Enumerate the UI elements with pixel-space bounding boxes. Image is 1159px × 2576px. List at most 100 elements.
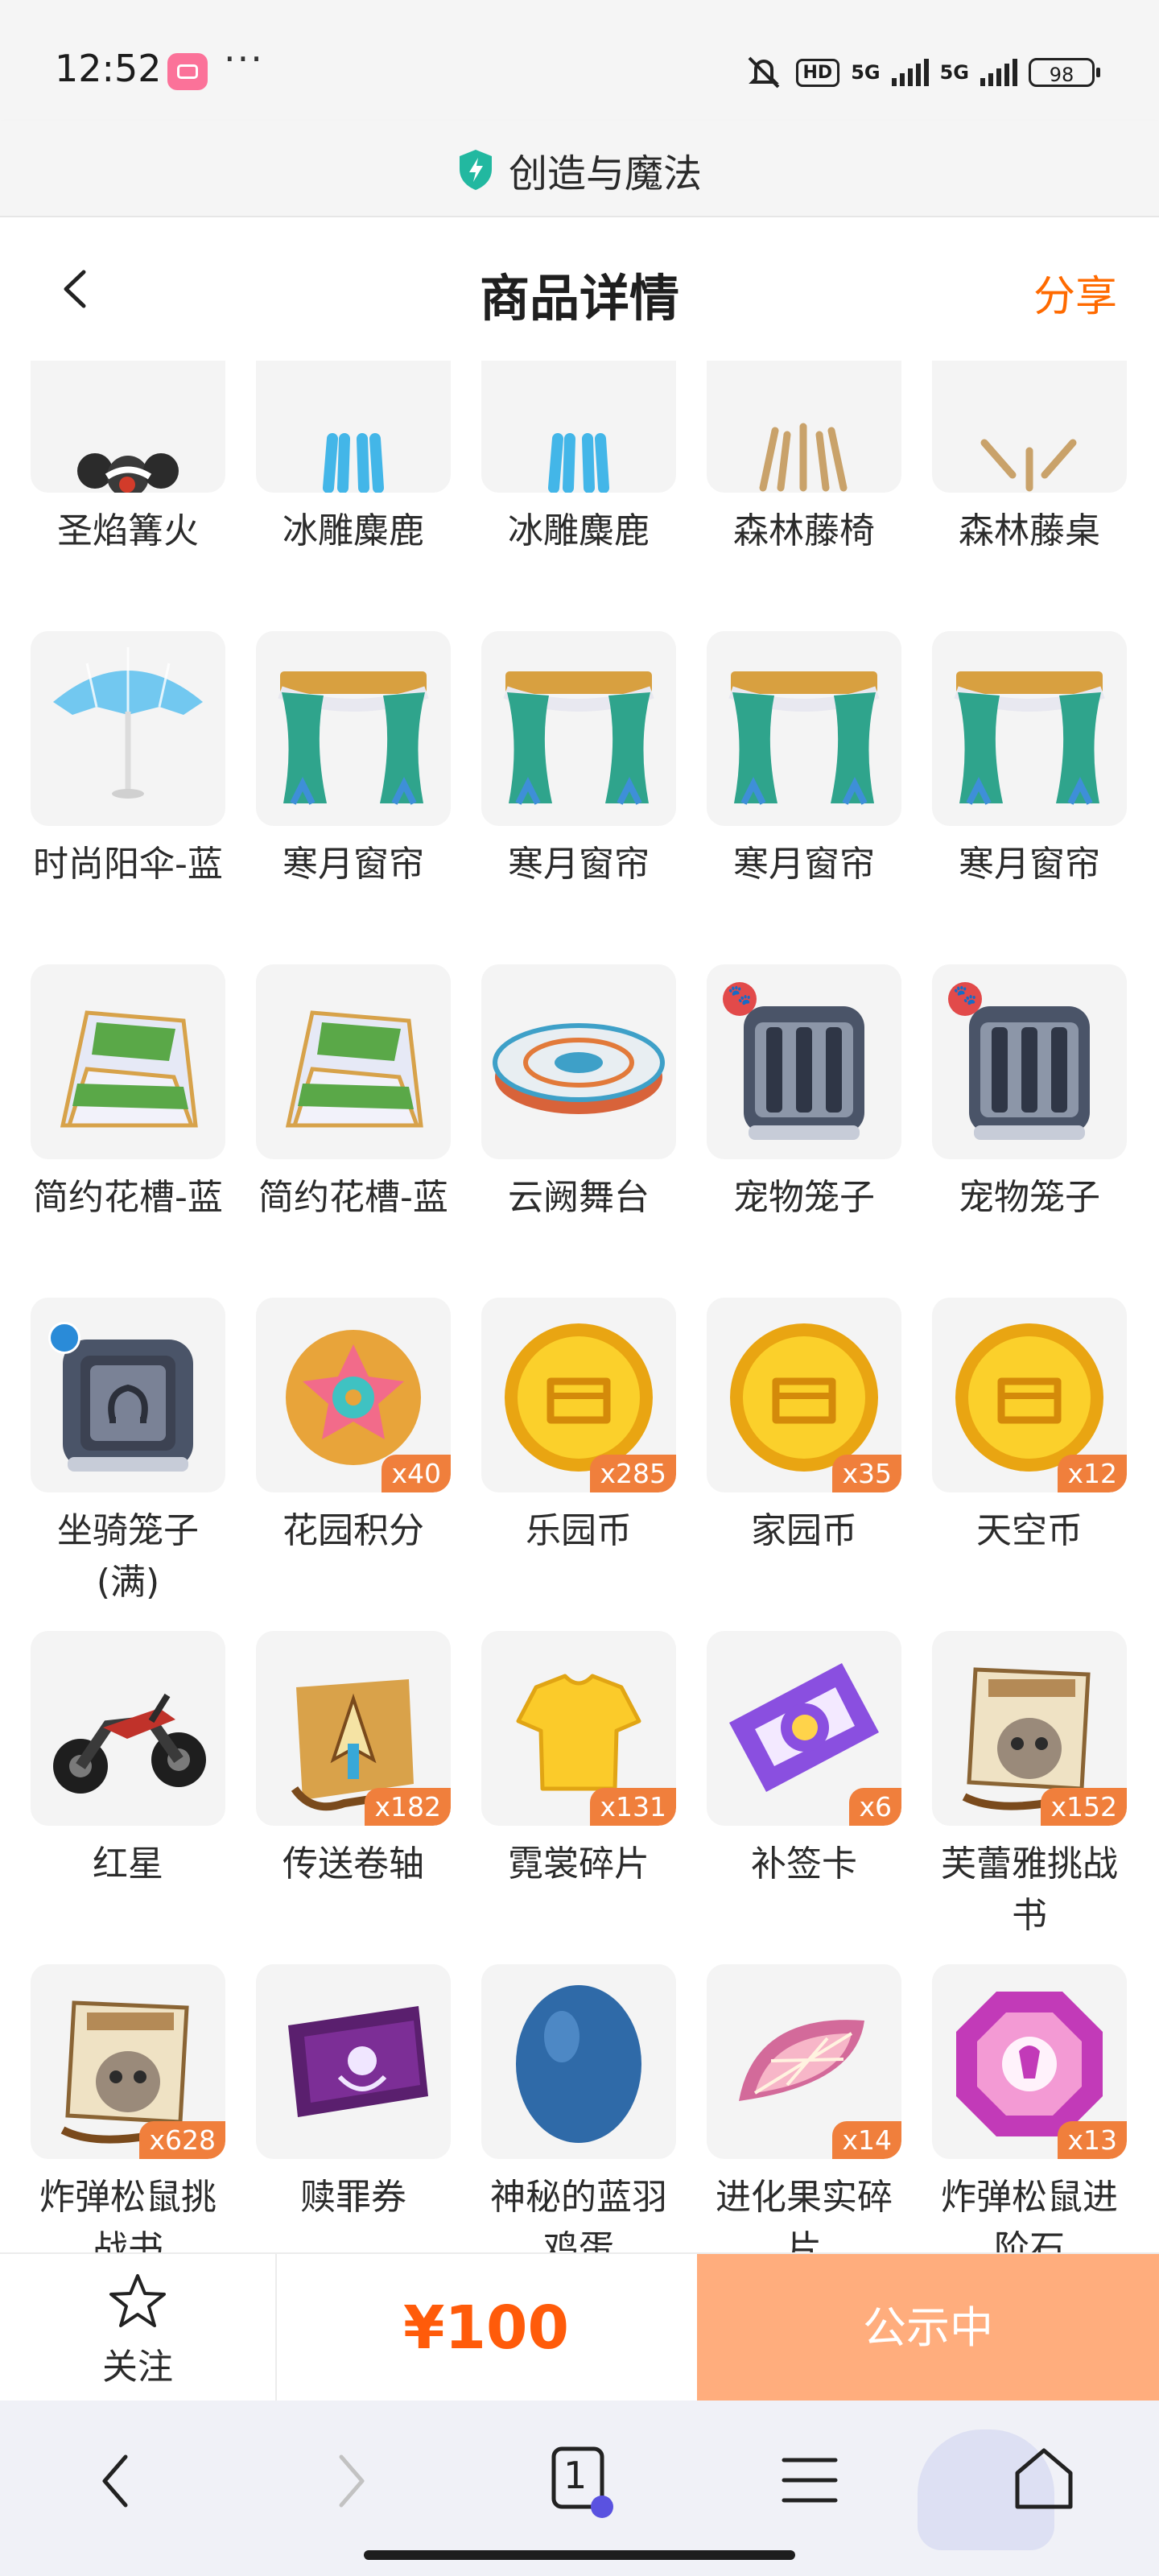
item-card[interactable]: x13 炸弹松鼠进阶石 [932, 1964, 1127, 2252]
item-card[interactable]: x6 补签卡 [707, 1631, 901, 1964]
umbrella-icon [53, 647, 203, 799]
item-thumbnail [256, 1964, 451, 2159]
tab-count: 1 [563, 2454, 588, 2497]
item-card[interactable]: x152 芙蕾雅挑战书 [932, 1631, 1127, 1964]
item-thumbnail: x285 [481, 1298, 676, 1492]
curtain-icon [278, 671, 429, 805]
item-card[interactable]: x14 进化果实碎片 [707, 1964, 901, 2252]
publicity-status-button[interactable]: 公示中 [697, 2254, 1159, 2402]
item-grid-viewport[interactable]: 圣焰篝火 冰雕麋鹿 冰雕麋鹿 森林藤椅 森林藤桌 时尚阳伞-蓝 寒月窗帘 寒月窗帘 寒月窗帘 寒月… [0, 361, 1159, 2252]
item-card[interactable]: 坐骑笼子(满) [31, 1298, 225, 1631]
item-thumbnail: x12 [932, 1298, 1127, 1492]
signal-bars-icon [891, 59, 929, 86]
item-name: 芙蕾雅挑战书 [941, 1843, 1118, 1936]
item-card[interactable]: 神秘的蓝羽鸡蛋 [481, 1964, 676, 2252]
item-name: 神秘的蓝羽鸡蛋 [490, 2177, 667, 2252]
item-card[interactable]: 赎罪券 [256, 1964, 451, 2252]
purple-ticket-icon [288, 2006, 428, 2117]
item-name: 云阙舞台 [508, 1177, 650, 1218]
item-name: 寒月窗帘 [733, 844, 875, 885]
signal-bars-icon-2 [980, 59, 1017, 86]
status-time: 12:52 [55, 47, 162, 90]
quantity-badge: x152 [1041, 1788, 1127, 1826]
flower-trough-icon [285, 1010, 423, 1128]
network-5g-label: 5G [851, 61, 881, 84]
rattan-table-icon [980, 439, 1077, 492]
home-indicator [364, 2550, 795, 2560]
item-card[interactable]: 寒月窗帘 [707, 631, 901, 964]
item-card[interactable]: 云阙舞台 [481, 964, 676, 1298]
item-name: 传送卷轴 [283, 1843, 424, 1885]
quantity-badge: x131 [590, 1788, 676, 1826]
item-card[interactable]: 时尚阳伞-蓝 [31, 631, 225, 964]
browser-back-icon[interactable] [89, 2449, 145, 2513]
item-card[interactable]: 宠物笼子 [707, 964, 901, 1298]
item-card[interactable]: 圣焰篝火 [31, 361, 225, 631]
item-card[interactable]: 红星 [31, 1631, 225, 1964]
browser-nav-bar: 1 [0, 2401, 1159, 2576]
item-card[interactable]: 寒月窗帘 [932, 631, 1127, 964]
hd-icon: HD [795, 58, 840, 87]
item-card[interactable]: 冰雕麋鹿 [481, 361, 676, 631]
network-5g-label-2: 5G [939, 61, 969, 84]
more-notifications-icon: ··· [224, 37, 264, 80]
item-card[interactable]: x40 花园积分 [256, 1298, 451, 1631]
item-name: 家园币 [751, 1510, 857, 1551]
item-thumbnail: x13 [932, 1964, 1127, 2159]
quantity-badge: x14 [832, 2121, 901, 2159]
site-bar: 创造与魔法 [0, 121, 1159, 217]
share-button[interactable]: 分享 [1033, 262, 1117, 323]
item-card[interactable]: x182 传送卷轴 [256, 1631, 451, 1964]
item-name: 简约花槽-蓝 [33, 1177, 223, 1218]
item-name: 寒月窗帘 [283, 844, 424, 885]
item-card[interactable]: 宠物笼子 [932, 964, 1127, 1298]
item-card[interactable]: 寒月窗帘 [256, 631, 451, 964]
pet-badge-icon [948, 982, 982, 1016]
item-thumbnail: x628 [31, 1964, 225, 2159]
item-card[interactable]: 简约花槽-蓝 [256, 964, 451, 1298]
item-card[interactable]: 简约花槽-蓝 [31, 964, 225, 1298]
item-thumbnail [707, 964, 901, 1159]
item-thumbnail: x6 [707, 1631, 901, 1826]
item-thumbnail [481, 361, 676, 493]
curtain-icon [728, 671, 880, 805]
home-icon[interactable] [1008, 2442, 1080, 2515]
site-title-group: 创造与魔法 [0, 142, 1159, 198]
item-name: 圣焰篝火 [57, 510, 199, 551]
item-card[interactable]: x131 霓裳碎片 [481, 1631, 676, 1964]
bonfire-icon [77, 453, 179, 493]
item-name: 花园积分 [283, 1510, 424, 1551]
item-card[interactable]: x628 炸弹松鼠挑战书 [31, 1964, 225, 2252]
item-thumbnail [256, 631, 451, 826]
menu-icon[interactable] [779, 2452, 840, 2508]
ice-deer-icon [548, 433, 609, 493]
item-name: 炸弹松鼠进阶石 [941, 2177, 1118, 2252]
item-thumbnail [31, 1298, 225, 1492]
item-thumbnail [256, 361, 451, 493]
item-name: 乐园币 [526, 1510, 632, 1551]
item-card[interactable]: x12 天空币 [932, 1298, 1127, 1631]
item-thumbnail [707, 631, 901, 826]
page-title: 商品详情 [479, 269, 679, 328]
item-card[interactable]: 冰雕麋鹿 [256, 361, 451, 631]
item-thumbnail [256, 964, 451, 1159]
item-card[interactable]: x35 家园币 [707, 1298, 901, 1631]
item-name: 坐骑笼子(满) [57, 1510, 199, 1603]
item-card[interactable]: 森林藤桌 [932, 361, 1127, 631]
secure-shield-icon [459, 150, 492, 190]
item-card[interactable]: 森林藤椅 [707, 361, 901, 631]
item-thumbnail [932, 964, 1127, 1159]
item-thumbnail: x131 [481, 1631, 676, 1826]
quantity-badge: x13 [1058, 2121, 1127, 2159]
quantity-badge: x628 [139, 2121, 225, 2159]
action-bar: 关注 ¥100 公示中 [0, 2252, 1159, 2402]
item-name: 赎罪券 [300, 2177, 406, 2218]
item-card[interactable]: 寒月窗帘 [481, 631, 676, 964]
item-name: 宠物笼子 [733, 1177, 875, 1218]
item-card[interactable]: x285 乐园币 [481, 1298, 676, 1631]
quantity-badge: x182 [365, 1788, 451, 1826]
follow-button[interactable]: 关注 [0, 2254, 277, 2402]
blue-egg-icon [516, 1985, 641, 2143]
browser-forward-icon[interactable] [322, 2449, 378, 2513]
bilibili-notification-icon [167, 53, 208, 90]
